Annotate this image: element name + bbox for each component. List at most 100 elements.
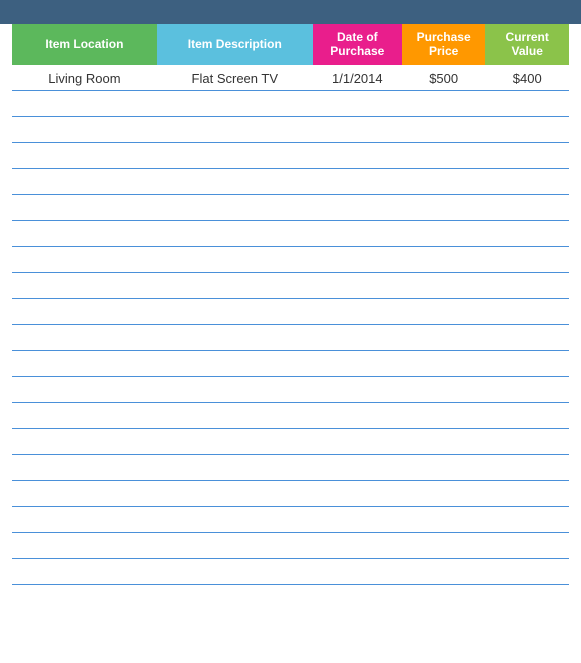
table-row-empty	[12, 195, 569, 221]
cell-empty	[12, 507, 157, 533]
cell-empty	[157, 325, 313, 351]
cell-empty	[402, 299, 486, 325]
cell-empty	[485, 143, 569, 169]
page-wrapper: Item Location Item Description Date of P…	[0, 0, 581, 663]
cell-date: 1/1/2014	[313, 65, 402, 91]
col-header-purchase-price: Purchase Price	[402, 24, 486, 65]
inventory-table: Item Location Item Description Date of P…	[12, 24, 569, 585]
table-header-row: Item Location Item Description Date of P…	[12, 24, 569, 65]
table-row-empty	[12, 247, 569, 273]
cell-empty	[157, 377, 313, 403]
cell-empty	[313, 143, 402, 169]
cell-empty	[402, 481, 486, 507]
cell-empty	[157, 429, 313, 455]
table-row-empty	[12, 91, 569, 117]
cell-empty	[313, 481, 402, 507]
cell-empty	[313, 247, 402, 273]
cell-empty	[402, 429, 486, 455]
table-row-empty	[12, 403, 569, 429]
cell-empty	[313, 533, 402, 559]
table-row-empty	[12, 325, 569, 351]
table-row-empty	[12, 273, 569, 299]
cell-empty	[12, 429, 157, 455]
cell-empty	[313, 429, 402, 455]
table-row-empty	[12, 455, 569, 481]
cell-empty	[157, 221, 313, 247]
table-row-empty	[12, 143, 569, 169]
cell-empty	[313, 559, 402, 585]
cell-empty	[12, 195, 157, 221]
cell-purchase_price: $500	[402, 65, 486, 91]
cell-empty	[157, 455, 313, 481]
cell-empty	[485, 117, 569, 143]
cell-empty	[485, 481, 569, 507]
table-row: Living RoomFlat Screen TV1/1/2014$500$40…	[12, 65, 569, 91]
cell-empty	[402, 559, 486, 585]
cell-empty	[157, 507, 313, 533]
col-header-description: Item Description	[157, 24, 313, 65]
cell-empty	[402, 533, 486, 559]
table-row-empty	[12, 169, 569, 195]
cell-empty	[12, 143, 157, 169]
cell-empty	[485, 351, 569, 377]
cell-empty	[485, 299, 569, 325]
cell-empty	[12, 299, 157, 325]
table-row-empty	[12, 221, 569, 247]
cell-empty	[402, 325, 486, 351]
cell-empty	[313, 169, 402, 195]
cell-empty	[157, 533, 313, 559]
cell-empty	[402, 195, 486, 221]
cell-empty	[157, 169, 313, 195]
cell-empty	[313, 221, 402, 247]
page-header	[0, 0, 581, 24]
cell-empty	[313, 117, 402, 143]
cell-empty	[157, 273, 313, 299]
cell-empty	[485, 91, 569, 117]
cell-empty	[313, 273, 402, 299]
cell-empty	[157, 195, 313, 221]
cell-empty	[485, 455, 569, 481]
cell-empty	[157, 299, 313, 325]
cell-empty	[485, 533, 569, 559]
cell-empty	[12, 533, 157, 559]
cell-empty	[402, 377, 486, 403]
table-row-empty	[12, 507, 569, 533]
cell-empty	[12, 325, 157, 351]
cell-empty	[485, 221, 569, 247]
cell-empty	[12, 91, 157, 117]
cell-empty	[12, 247, 157, 273]
cell-empty	[157, 481, 313, 507]
cell-empty	[12, 273, 157, 299]
cell-empty	[12, 117, 157, 143]
cell-empty	[12, 221, 157, 247]
cell-empty	[313, 91, 402, 117]
cell-empty	[485, 429, 569, 455]
cell-empty	[402, 455, 486, 481]
cell-empty	[485, 169, 569, 195]
cell-empty	[402, 91, 486, 117]
cell-empty	[313, 377, 402, 403]
cell-empty	[313, 195, 402, 221]
cell-empty	[485, 247, 569, 273]
cell-empty	[485, 273, 569, 299]
table-row-empty	[12, 481, 569, 507]
cell-empty	[12, 455, 157, 481]
table-row-empty	[12, 533, 569, 559]
cell-empty	[313, 325, 402, 351]
cell-description: Flat Screen TV	[157, 65, 313, 91]
cell-empty	[402, 273, 486, 299]
cell-empty	[485, 507, 569, 533]
table-container: Item Location Item Description Date of P…	[0, 24, 581, 663]
cell-empty	[402, 351, 486, 377]
cell-empty	[157, 91, 313, 117]
cell-current_value: $400	[485, 65, 569, 91]
cell-empty	[157, 143, 313, 169]
cell-empty	[402, 117, 486, 143]
cell-empty	[12, 481, 157, 507]
table-row-empty	[12, 559, 569, 585]
cell-empty	[485, 325, 569, 351]
cell-empty	[313, 507, 402, 533]
cell-empty	[402, 507, 486, 533]
table-row-empty	[12, 299, 569, 325]
cell-empty	[402, 403, 486, 429]
